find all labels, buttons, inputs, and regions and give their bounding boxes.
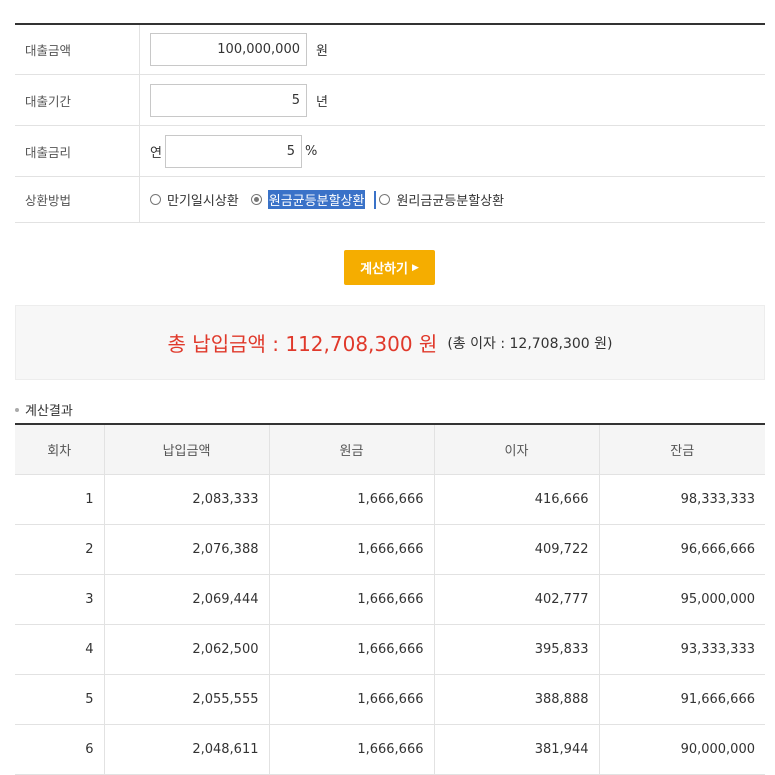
cell-principal: 1,666,666 bbox=[268, 724, 434, 775]
table-row: 5 2,055,555 1,666,666 388,888 91,666,666 bbox=[15, 674, 765, 725]
repayment-method-label: 상환방법 bbox=[15, 177, 140, 222]
row-repayment-method: 상환방법 만기일시상환 원금균등분할상환 원리금균등분할상환 bbox=[15, 177, 765, 223]
bullet-icon bbox=[15, 407, 19, 412]
table-row: 6 2,048,611 1,666,666 381,944 90,000,000 bbox=[15, 724, 765, 775]
cell-interest: 416,666 bbox=[433, 474, 599, 525]
calculate-button[interactable]: 계산하기 ▶ bbox=[344, 250, 435, 285]
loan-input-form: 대출금액 100,000,000 원 대출기간 5 년 대출금리 연 5 % 상… bbox=[15, 23, 765, 223]
cell-principal: 1,666,666 bbox=[268, 674, 434, 725]
cell-installment: 2 bbox=[15, 524, 104, 575]
cell-principal: 1,666,666 bbox=[268, 524, 434, 575]
loan-amount-input[interactable]: 100,000,000 bbox=[150, 33, 307, 66]
result-title-text: 계산결과 bbox=[25, 404, 73, 419]
cell-interest: 381,944 bbox=[433, 724, 599, 775]
cell-interest: 409,722 bbox=[433, 524, 599, 575]
header-balance: 잔금 bbox=[598, 424, 765, 475]
interest-rate-unit: % bbox=[304, 143, 318, 159]
loan-period-input[interactable]: 5 bbox=[150, 83, 307, 117]
calculate-button-label: 계산하기 bbox=[360, 262, 408, 277]
radio-equal-principal-icon[interactable] bbox=[250, 194, 262, 205]
interest-rate-input[interactable]: 5 bbox=[164, 134, 302, 168]
loan-period-unit: 년 bbox=[316, 94, 328, 110]
table-row: 1 2,083,333 1,666,666 416,666 98,333,333 bbox=[15, 474, 765, 525]
cell-payment: 2,062,500 bbox=[103, 624, 269, 675]
radio-equal-installment-icon[interactable] bbox=[379, 194, 391, 205]
interest-rate-label: 대출금리 bbox=[15, 126, 140, 176]
table-row: 4 2,062,500 1,666,666 395,833 93,333,333 bbox=[15, 624, 765, 675]
cell-interest: 395,833 bbox=[433, 624, 599, 675]
total-summary-box: 총 납입금액 : 112,708,300 원 (총 이자 : 12,708,30… bbox=[15, 305, 765, 380]
cell-principal: 1,666,666 bbox=[268, 474, 434, 525]
cell-payment: 2,069,444 bbox=[103, 574, 269, 625]
cell-installment: 4 bbox=[15, 624, 104, 675]
method-option-bullet-label: 만기일시상환 bbox=[167, 194, 239, 209]
header-installment: 회차 bbox=[15, 424, 104, 475]
cell-balance: 90,000,000 bbox=[598, 724, 765, 775]
total-payment-text: 총 납입금액 : 112,708,300 원 bbox=[167, 332, 438, 356]
cell-interest: 388,888 bbox=[433, 674, 599, 725]
header-interest: 이자 bbox=[433, 424, 599, 475]
cell-principal: 1,666,666 bbox=[268, 624, 434, 675]
cell-installment: 6 bbox=[15, 724, 104, 775]
loan-amount-label: 대출금액 bbox=[15, 25, 140, 74]
cell-installment: 3 bbox=[15, 574, 104, 625]
method-option-bullet[interactable]: 만기일시상환 bbox=[150, 190, 239, 209]
cell-installment: 1 bbox=[15, 474, 104, 525]
method-option-equal-principal-label: 원금균등분할상환 bbox=[267, 190, 366, 209]
total-interest-text: (총 이자 : 12,708,300 원) bbox=[447, 335, 613, 352]
method-option-equal-installment-label: 원리금균등분할상환 bbox=[396, 194, 505, 209]
header-principal: 원금 bbox=[268, 424, 434, 475]
cell-payment: 2,048,611 bbox=[103, 724, 269, 775]
cell-installment: 5 bbox=[15, 674, 104, 725]
cell-balance: 98,333,333 bbox=[598, 474, 765, 525]
cell-payment: 2,083,333 bbox=[103, 474, 269, 525]
cell-balance: 96,666,666 bbox=[598, 524, 765, 575]
row-loan-amount: 대출금액 100,000,000 원 bbox=[15, 25, 765, 75]
cell-balance: 91,666,666 bbox=[598, 674, 765, 725]
loan-amount-unit: 원 bbox=[316, 44, 328, 59]
loan-period-label: 대출기간 bbox=[15, 75, 140, 125]
cell-interest: 402,777 bbox=[433, 574, 599, 625]
row-loan-period: 대출기간 5 년 bbox=[15, 75, 765, 126]
method-option-equal-installment[interactable]: 원리금균등분할상환 bbox=[379, 190, 504, 209]
cell-principal: 1,666,666 bbox=[268, 574, 434, 625]
interest-rate-prefix: 연 bbox=[150, 145, 162, 161]
method-option-equal-principal[interactable]: 원금균등분할상환 bbox=[250, 190, 366, 209]
radio-bullet-icon[interactable] bbox=[150, 194, 161, 205]
row-interest-rate: 대출금리 연 5 % bbox=[15, 126, 765, 177]
result-section-title: 계산결과 bbox=[15, 400, 73, 419]
play-arrow-icon: ▶ bbox=[411, 262, 419, 273]
result-table: 회차 납입금액 원금 이자 잔금 1 2,083,333 1,666,666 4… bbox=[15, 423, 765, 775]
cell-payment: 2,076,388 bbox=[103, 524, 269, 575]
table-header-row: 회차 납입금액 원금 이자 잔금 bbox=[15, 424, 765, 475]
cell-balance: 95,000,000 bbox=[598, 574, 765, 625]
header-payment: 납입금액 bbox=[103, 424, 269, 475]
cell-balance: 93,333,333 bbox=[598, 624, 765, 675]
cell-payment: 2,055,555 bbox=[103, 674, 269, 725]
text-cursor bbox=[374, 190, 377, 209]
table-row: 3 2,069,444 1,666,666 402,777 95,000,000 bbox=[15, 574, 765, 625]
table-row: 2 2,076,388 1,666,666 409,722 96,666,666 bbox=[15, 524, 765, 575]
